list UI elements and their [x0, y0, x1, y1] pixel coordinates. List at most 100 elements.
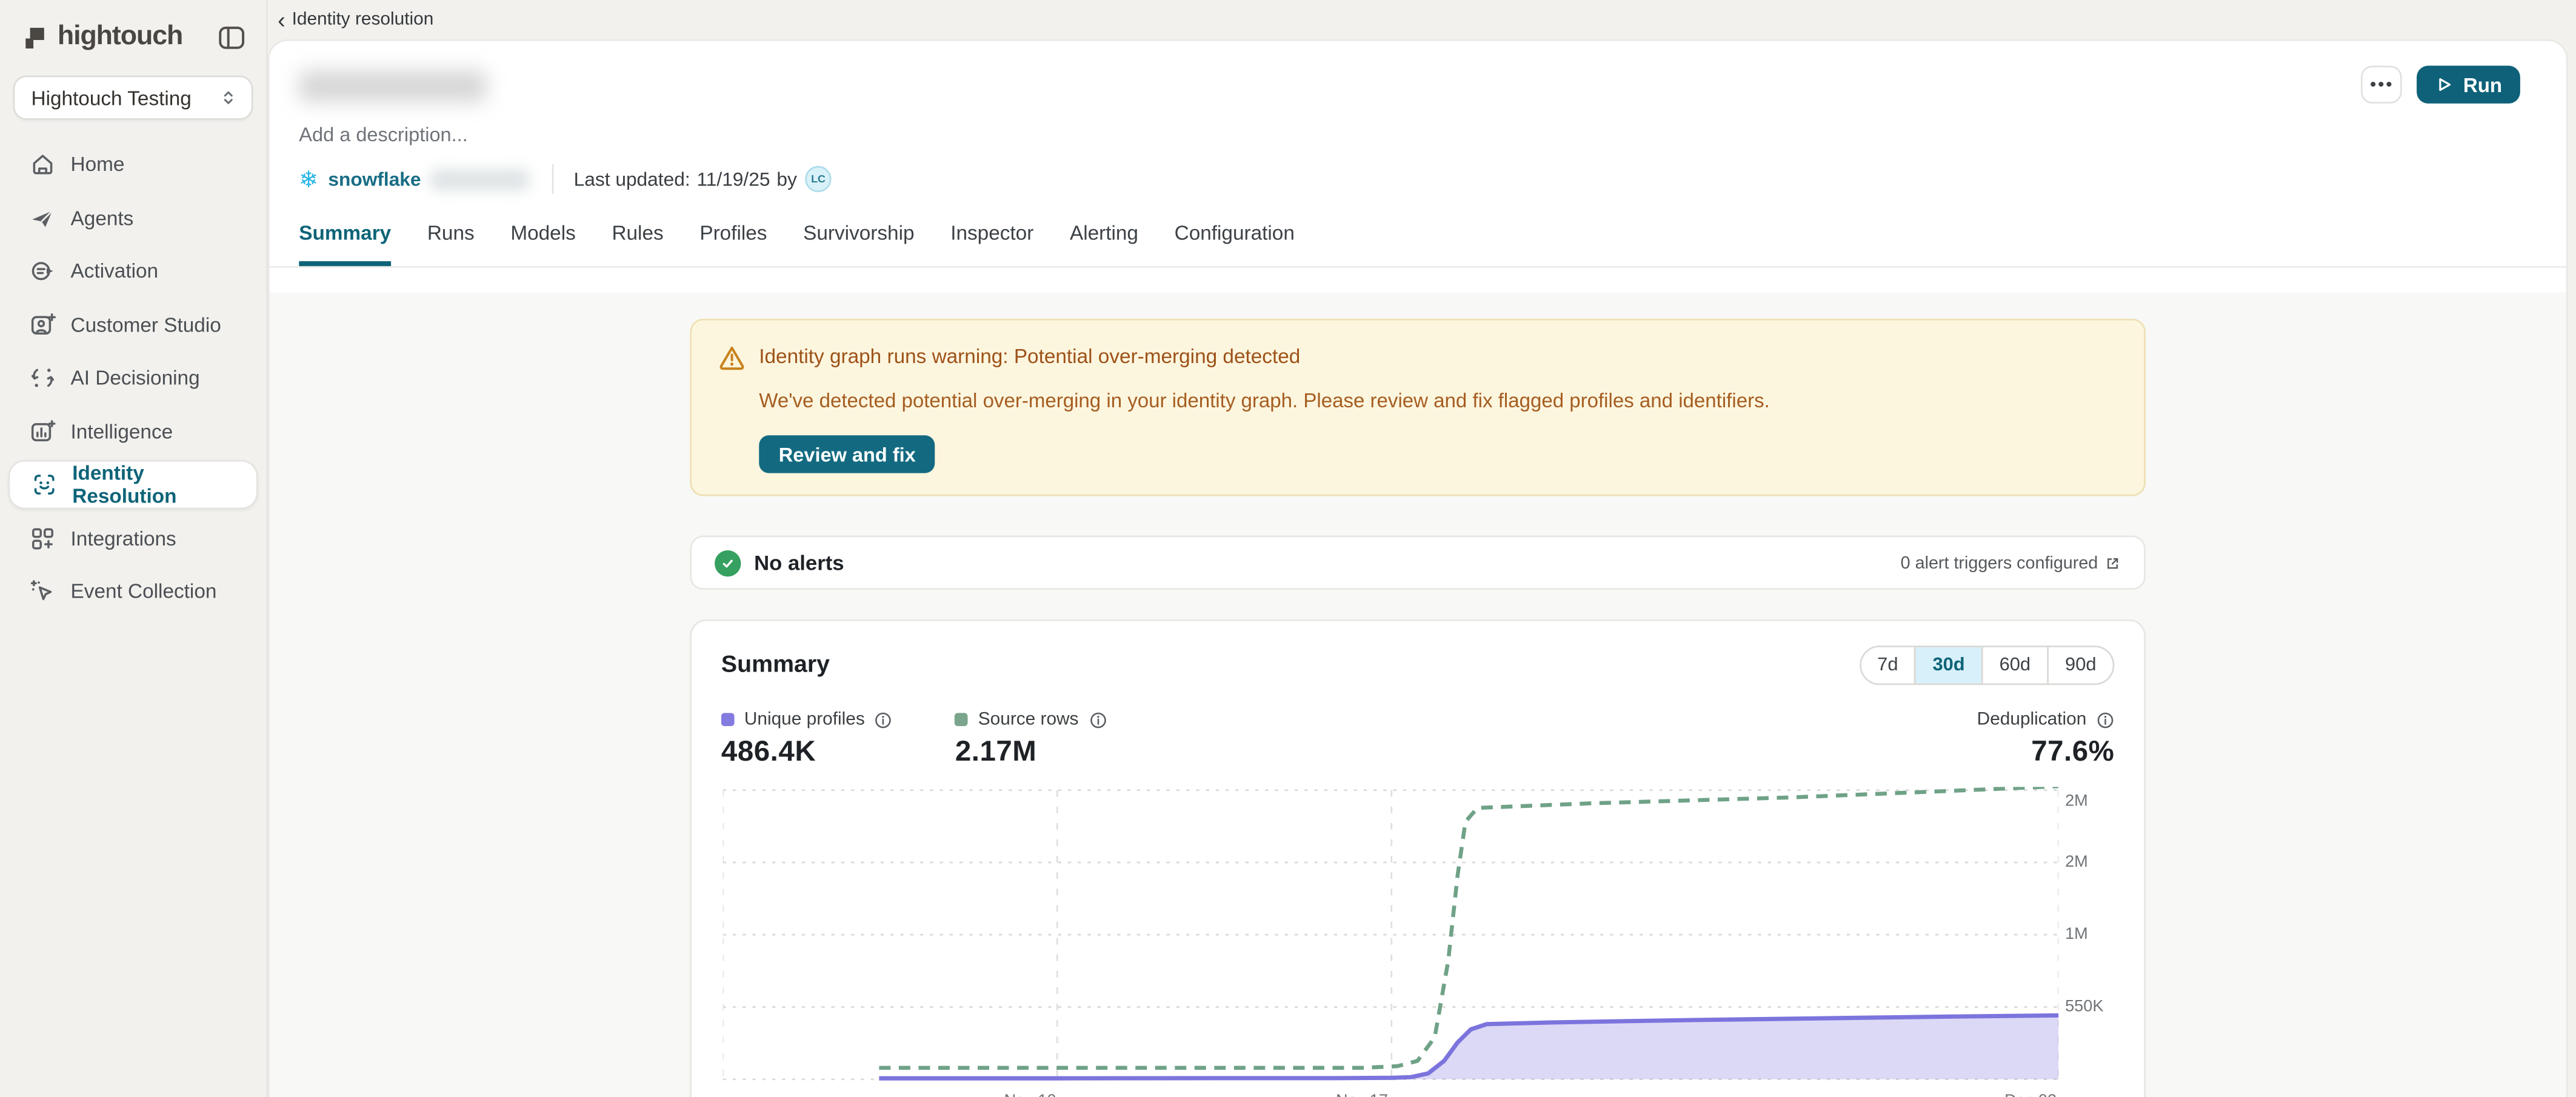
sidebar: hightouch Hightouch Testing Home Agents Ac… — [0, 0, 268, 1097]
agents-icon — [30, 204, 56, 230]
workspace-selector[interactable]: Hightouch Testing — [13, 76, 253, 120]
avatar[interactable]: LC — [805, 166, 831, 192]
metric-unique-profiles: Unique profiles 486.4K — [721, 710, 893, 769]
check-circle-icon — [715, 550, 741, 576]
sidebar-item-intelligence[interactable]: Intelligence — [8, 407, 258, 456]
last-updated-label: Last updated: — [574, 168, 690, 190]
snowflake-icon: ❄ — [299, 165, 318, 193]
run-label: Run — [2463, 73, 2502, 96]
tab-inspector[interactable]: Inspector — [950, 222, 1033, 266]
range-button-60d[interactable]: 60d — [1981, 647, 2047, 684]
by-label: by — [776, 168, 797, 190]
identity-resolution-icon — [31, 472, 57, 498]
tab-runs[interactable]: Runs — [427, 222, 475, 266]
integrations-icon — [30, 525, 56, 551]
source-name-redacted — [431, 168, 530, 190]
legend-swatch — [955, 713, 969, 726]
main-area: ‹ Identity resolution Add a description.… — [268, 0, 2576, 1097]
sidebar-item-home[interactable]: Home — [8, 139, 258, 188]
run-button[interactable]: Run — [2417, 65, 2520, 103]
source-link[interactable]: snowflake — [328, 168, 421, 190]
chevron-updown-icon — [218, 87, 238, 108]
content-area: Identity graph runs warning: Potential o… — [270, 292, 2566, 1097]
sidebar-collapse-icon[interactable] — [217, 22, 247, 52]
sidebar-item-label: Activation — [71, 259, 159, 282]
tab-models[interactable]: Models — [510, 222, 575, 266]
tab-alerting[interactable]: Alerting — [1070, 222, 1138, 266]
metric-label: Deduplication — [1977, 710, 2087, 730]
sidebar-item-label: Customer Studio — [71, 313, 221, 336]
back-chevron-icon: ‹ — [278, 8, 285, 32]
breadcrumb-label: Identity resolution — [292, 10, 434, 30]
intelligence-icon — [30, 418, 56, 444]
time-range-selector: 7d30d60d90d — [1859, 645, 2114, 685]
metric-label: Unique profiles — [744, 710, 865, 730]
logo-wordmark: hightouch — [58, 21, 217, 52]
sidebar-item-label: Agents — [71, 206, 134, 229]
divider — [552, 164, 554, 194]
app-viewport: hightouch Hightouch Testing Home Agents Ac… — [0, 0, 2576, 1097]
metric-value: 486.4K — [721, 735, 893, 769]
tab-bar: Summary Runs Models Rules Profiles Survivorsh… — [299, 222, 2566, 266]
play-icon — [2435, 76, 2454, 94]
sidebar-item-event-collection[interactable]: Event Collection — [8, 567, 258, 616]
tab-summary[interactable]: Summary — [299, 222, 391, 266]
sidebar-item-label: AI Decisioning — [71, 366, 200, 389]
last-updated-date: 11/19/25 — [697, 168, 770, 190]
metric-value: 2.17M — [955, 735, 1107, 769]
y-axis-tick-label: 2M — [2065, 793, 2088, 811]
tab-rules[interactable]: Rules — [612, 222, 663, 266]
metrics-row: Unique profiles 486.4K Source rows 2.17M Ded… — [721, 710, 2115, 769]
page-card: Add a description... ❄ snowflake Last up… — [268, 39, 2568, 1097]
sidebar-item-customer-studio[interactable]: Customer Studio — [8, 300, 258, 349]
info-icon[interactable] — [875, 710, 893, 729]
y-axis-tick-label: 1M — [2065, 925, 2088, 944]
sidebar-item-integrations[interactable]: Integrations — [8, 513, 258, 562]
alert-triggers-link[interactable]: 0 alert triggers configured — [1901, 553, 2121, 573]
sidebar-nav: Home Agents Activation Customer Studio AI De… — [0, 139, 266, 616]
metric-label: Source rows — [978, 710, 1079, 730]
tab-survivorship[interactable]: Survivorship — [803, 222, 914, 266]
metric-source-rows: Source rows 2.17M — [955, 710, 1107, 769]
sidebar-item-label: Integrations — [71, 527, 176, 550]
summary-title: Summary — [721, 652, 830, 678]
customer-studio-icon — [30, 312, 56, 338]
sidebar-item-label: Home — [71, 153, 125, 176]
sidebar-item-label: Event Collection — [71, 580, 217, 603]
x-axis-tick-label: Nov 17 — [1336, 1092, 1388, 1097]
metric-deduplication: Deduplication 77.6% — [1977, 710, 2115, 769]
sidebar-item-ai-decisioning[interactable]: AI Decisioning — [8, 353, 258, 402]
tab-configuration[interactable]: Configuration — [1175, 222, 1295, 266]
workspace-name: Hightouch Testing — [31, 86, 218, 109]
range-button-30d[interactable]: 30d — [1915, 647, 1981, 684]
alerts-card: No alerts 0 alert triggers configured — [690, 536, 2146, 590]
x-axis-tick-label: Nov 10 — [1004, 1092, 1056, 1097]
info-icon[interactable] — [2097, 710, 2115, 729]
home-icon — [30, 151, 56, 177]
summary-chart-svg — [723, 787, 2059, 1085]
sidebar-item-activation[interactable]: Activation — [8, 247, 258, 296]
hightouch-logo-icon — [20, 22, 50, 52]
alerts-status: No alerts — [754, 550, 1901, 575]
breadcrumb[interactable]: ‹ Identity resolution — [268, 0, 2576, 39]
info-icon[interactable] — [1089, 710, 1107, 729]
page-header: Add a description... ❄ snowflake Last up… — [270, 41, 2566, 268]
description-placeholder[interactable]: Add a description... — [299, 123, 2566, 146]
sidebar-item-agents[interactable]: Agents — [8, 193, 258, 242]
external-link-icon — [2104, 555, 2121, 571]
sidebar-item-label: Intelligence — [71, 420, 173, 443]
range-button-7d[interactable]: 7d — [1861, 647, 1915, 684]
sidebar-item-label: Identity Resolution — [72, 462, 243, 508]
review-and-fix-button[interactable]: Review and fix — [759, 435, 935, 473]
alert-triggers-label: 0 alert triggers configured — [1901, 553, 2098, 573]
more-options-button[interactable]: ••• — [2361, 65, 2403, 103]
tab-profiles[interactable]: Profiles — [699, 222, 767, 266]
summary-card: Summary 7d30d60d90d Unique profiles 486.4… — [690, 619, 2146, 1097]
range-button-90d[interactable]: 90d — [2047, 647, 2112, 684]
metric-value: 77.6% — [1977, 735, 2115, 769]
summary-chart: 2M2M1M550K Nov 10Nov 17Dec 02 — [721, 787, 2115, 1097]
ai-decisioning-icon — [30, 365, 56, 391]
page-title-redacted — [299, 71, 486, 102]
sidebar-item-identity-resolution[interactable]: Identity Resolution — [8, 460, 258, 509]
activation-icon — [30, 258, 56, 284]
